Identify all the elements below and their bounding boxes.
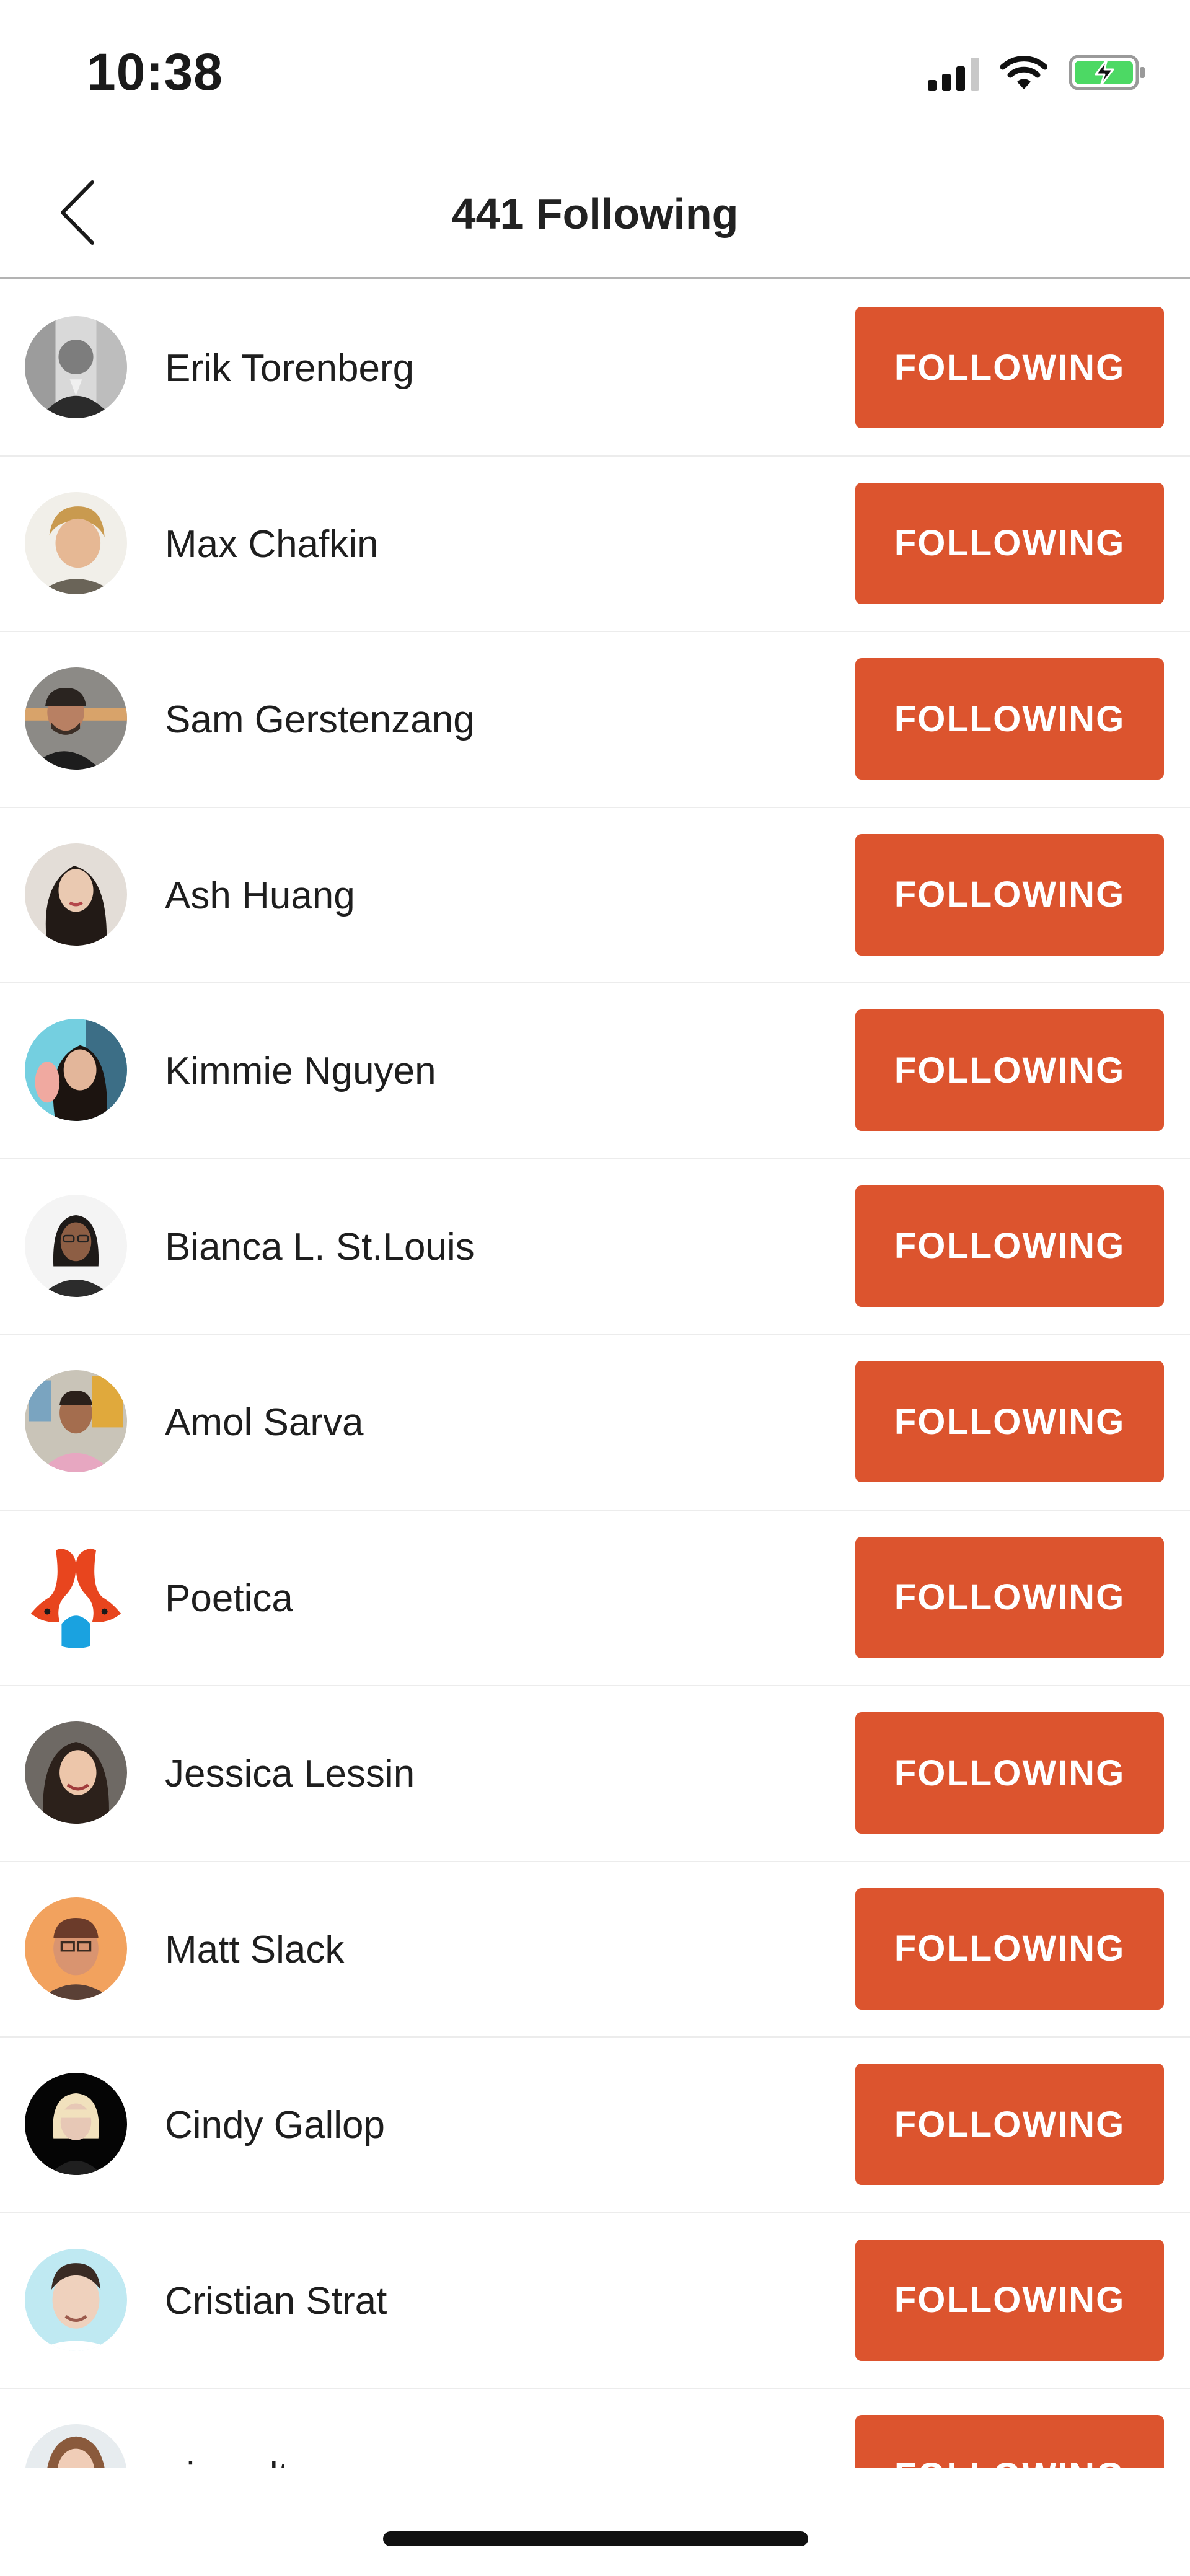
following-button[interactable]: FOLLOWING	[855, 2415, 1164, 2468]
wifi-icon	[1000, 55, 1048, 94]
following-row[interactable]: Cindy Gallop FOLLOWING	[0, 2038, 1190, 2213]
following-row[interactable]: Kimmie Nguyen FOLLOWING	[0, 983, 1190, 1159]
avatar[interactable]	[25, 2424, 127, 2468]
user-name[interactable]: Max Chafkin	[165, 457, 379, 632]
following-button[interactable]: FOLLOWING	[855, 2064, 1164, 2185]
user-name[interactable]: Kimmie Nguyen	[165, 983, 436, 1159]
following-button[interactable]: FOLLOWING	[855, 307, 1164, 428]
page-title: 441 Following	[451, 190, 739, 238]
navigation-bar: 441 Following	[0, 149, 1190, 279]
avatar[interactable]	[25, 1019, 127, 1121]
following-button[interactable]: FOLLOWING	[855, 482, 1164, 604]
avatar[interactable]	[25, 1545, 127, 1648]
user-name[interactable]: nina alter	[165, 2389, 323, 2468]
following-button[interactable]: FOLLOWING	[855, 1185, 1164, 1307]
following-row[interactable]: Max Chafkin FOLLOWING	[0, 457, 1190, 632]
avatar[interactable]	[25, 1370, 127, 1472]
following-row[interactable]: Ash Huang FOLLOWING	[0, 808, 1190, 983]
following-row[interactable]: Amol Sarva FOLLOWING	[0, 1335, 1190, 1511]
user-name[interactable]: Ash Huang	[165, 808, 355, 983]
status-icons	[928, 52, 1147, 95]
user-name[interactable]: Amol Sarva	[165, 1335, 363, 1510]
following-row[interactable]: Jessica Lessin FOLLOWING	[0, 1686, 1190, 1862]
avatar[interactable]	[25, 491, 127, 594]
following-row[interactable]: Erik Torenberg FOLLOWING	[0, 281, 1190, 457]
following-row[interactable]: Sam Gerstenzang FOLLOWING	[0, 632, 1190, 808]
avatar[interactable]	[25, 1721, 127, 1824]
following-button[interactable]: FOLLOWING	[855, 1009, 1164, 1131]
avatar[interactable]	[25, 843, 127, 946]
following-row[interactable]: nina alter FOLLOWING	[0, 2389, 1190, 2468]
following-button[interactable]: FOLLOWING	[855, 833, 1164, 956]
following-button[interactable]: FOLLOWING	[855, 1712, 1164, 1834]
following-button[interactable]: FOLLOWING	[855, 1888, 1164, 2010]
avatar[interactable]	[25, 2073, 127, 2175]
signal-icon	[928, 56, 979, 91]
user-name[interactable]: Matt Slack	[165, 1862, 344, 2038]
avatar[interactable]	[25, 2248, 127, 2351]
user-name[interactable]: Bianca L. St.Louis	[165, 1159, 475, 1335]
avatar[interactable]	[25, 316, 127, 418]
status-bar: 10:38	[0, 0, 1190, 149]
user-name[interactable]: Poetica	[165, 1511, 293, 1686]
user-name[interactable]: Jessica Lessin	[165, 1686, 415, 1862]
following-button[interactable]: FOLLOWING	[855, 658, 1164, 780]
home-indicator[interactable]	[383, 2531, 808, 2546]
avatar[interactable]	[25, 667, 127, 770]
following-row[interactable]: Cristian Strat FOLLOWING	[0, 2213, 1190, 2389]
user-name[interactable]: Sam Gerstenzang	[165, 632, 475, 807]
avatar[interactable]	[25, 1194, 127, 1297]
following-row[interactable]: Matt Slack FOLLOWING	[0, 1862, 1190, 2038]
avatar[interactable]	[25, 1897, 127, 2000]
user-name[interactable]: Cristian Strat	[165, 2213, 387, 2389]
following-list[interactable]: Erik Torenberg FOLLOWING Max Chafkin FOL…	[0, 281, 1190, 2468]
following-button[interactable]: FOLLOWING	[855, 1361, 1164, 1482]
following-row[interactable]: Bianca L. St.Louis FOLLOWING	[0, 1159, 1190, 1335]
status-time: 10:38	[87, 43, 223, 101]
following-button[interactable]: FOLLOWING	[855, 2239, 1164, 2361]
user-name[interactable]: Erik Torenberg	[165, 281, 414, 456]
battery-charging-icon	[1069, 55, 1147, 94]
user-name[interactable]: Cindy Gallop	[165, 2038, 385, 2213]
following-button[interactable]: FOLLOWING	[855, 1536, 1164, 1658]
following-row[interactable]: Poetica FOLLOWING	[0, 1511, 1190, 1686]
